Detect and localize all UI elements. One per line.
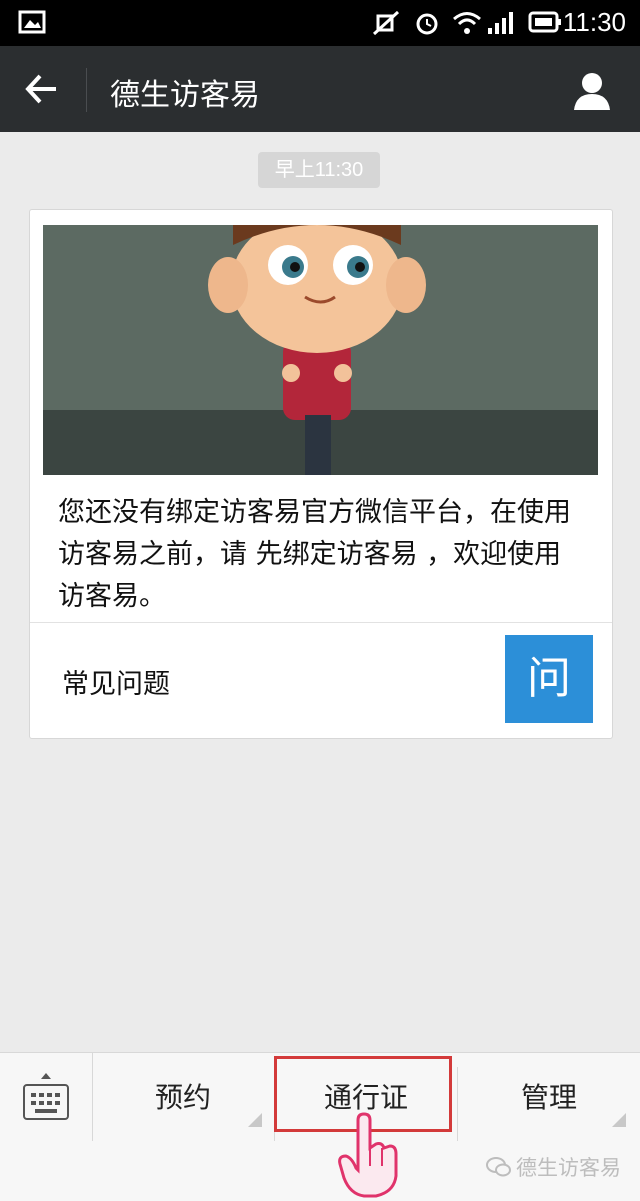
question-icon[interactable]: 问 xyxy=(505,635,593,723)
keyboard-icon xyxy=(23,1073,69,1120)
menu-item-appointment[interactable]: 预约 xyxy=(92,1053,274,1141)
status-time: 11:30 xyxy=(562,7,626,37)
submenu-indicator xyxy=(612,1113,626,1127)
title-bar: 德生访客易 xyxy=(0,46,640,132)
screenshot-icon xyxy=(18,10,46,34)
alarm-icon xyxy=(416,13,438,35)
menu-item-label: 管理 xyxy=(520,1081,577,1114)
status-bar: 11:30 xyxy=(0,0,640,46)
title-divider xyxy=(86,68,87,112)
menu-item-manage[interactable]: 管理 xyxy=(458,1053,640,1141)
message-timestamp: 早上11:30 xyxy=(258,152,380,188)
cover-illustration[interactable] xyxy=(43,225,598,475)
card-divider xyxy=(30,622,612,623)
watermark-text: 德生访客易 xyxy=(516,1156,621,1180)
battery-icon xyxy=(528,11,561,33)
submenu-indicator xyxy=(248,1113,262,1127)
mute-icon xyxy=(372,10,400,36)
wifi-icon xyxy=(453,12,481,34)
menu-item-label: 预约 xyxy=(154,1081,211,1114)
watermark: 德生访客易 xyxy=(486,1152,621,1182)
faq-link[interactable]: 常见问题 xyxy=(62,662,170,701)
signal-icon xyxy=(488,12,513,34)
wechat-icon xyxy=(486,1157,511,1177)
pointer-hand-icon xyxy=(338,1112,398,1198)
keyboard-toggle-button[interactable] xyxy=(0,1053,93,1141)
person-icon[interactable] xyxy=(572,70,612,112)
message-card[interactable]: 您还没有绑定访客易官方微信平台，在使用访客易之前，请 先绑定访客易 ，欢迎使用访… xyxy=(29,209,613,739)
message-text: 您还没有绑定访客易官方微信平台，在使用访客易之前，请 先绑定访客易 ，欢迎使用访… xyxy=(58,497,571,612)
back-arrow-icon[interactable] xyxy=(22,69,62,109)
page-title: 德生访客易 xyxy=(110,78,260,113)
